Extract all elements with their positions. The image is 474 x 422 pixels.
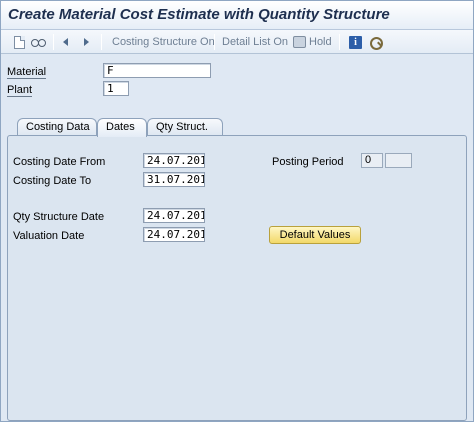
- title-bar: Create Material Cost Estimate with Quant…: [1, 1, 473, 30]
- hold-icon: [293, 36, 306, 48]
- settings-icon: [369, 35, 383, 50]
- costing-date-to-input[interactable]: 31.07.2015: [143, 172, 205, 187]
- arrow-left-icon: [59, 35, 73, 49]
- costing-date-from-input[interactable]: 24.07.2015: [143, 153, 205, 168]
- default-values-button[interactable]: Default Values: [269, 226, 361, 244]
- qty-structure-date-label: Qty Structure Date: [13, 211, 105, 223]
- next-button[interactable]: [79, 34, 93, 50]
- previous-button[interactable]: [59, 34, 73, 50]
- display-button[interactable]: [31, 34, 46, 50]
- window-title: Create Material Cost Estimate with Quant…: [8, 6, 390, 23]
- info-icon: i: [349, 35, 362, 49]
- material-label: Material: [7, 66, 47, 79]
- costing-date-from-label: Costing Date From: [13, 156, 106, 168]
- posting-period-label: Posting Period: [272, 156, 344, 168]
- valuation-date-input[interactable]: 24.07.2015: [143, 227, 205, 242]
- material-input[interactable]: F: [103, 63, 211, 78]
- info-button[interactable]: i: [349, 34, 362, 50]
- tab-dates[interactable]: Dates: [97, 118, 147, 137]
- new-button[interactable]: [13, 34, 25, 50]
- plant-label: Plant: [7, 84, 33, 97]
- tab-qty-struct[interactable]: Qty Struct.: [147, 118, 223, 136]
- costing-date-to-label: Costing Date To: [13, 175, 92, 187]
- toolbar-separator: [101, 34, 102, 50]
- valuation-date-label: Valuation Date: [13, 230, 85, 242]
- costing-structure-on-button[interactable]: Costing Structure On: [112, 34, 215, 50]
- hold-label: Hold: [309, 36, 332, 48]
- application-toolbar: Costing Structure On Detail List On Hold…: [1, 30, 473, 54]
- document-icon: [14, 35, 25, 49]
- arrow-right-icon: [79, 35, 93, 49]
- sap-window: Create Material Cost Estimate with Quant…: [0, 0, 474, 422]
- detail-list-on-button[interactable]: Detail List On: [222, 34, 288, 50]
- glasses-icon: [31, 35, 46, 49]
- hold-button[interactable]: Hold: [293, 34, 332, 50]
- settings-button[interactable]: [369, 34, 383, 50]
- posting-period-field: 0: [361, 153, 383, 168]
- tab-costing-data[interactable]: Costing Data: [17, 118, 97, 136]
- toolbar-separator: [53, 34, 54, 50]
- posting-year-field: [385, 153, 412, 168]
- plant-input[interactable]: 1: [103, 81, 129, 96]
- toolbar-separator: [214, 34, 215, 50]
- qty-structure-date-input[interactable]: 24.07.2015: [143, 208, 205, 223]
- toolbar-separator: [339, 34, 340, 50]
